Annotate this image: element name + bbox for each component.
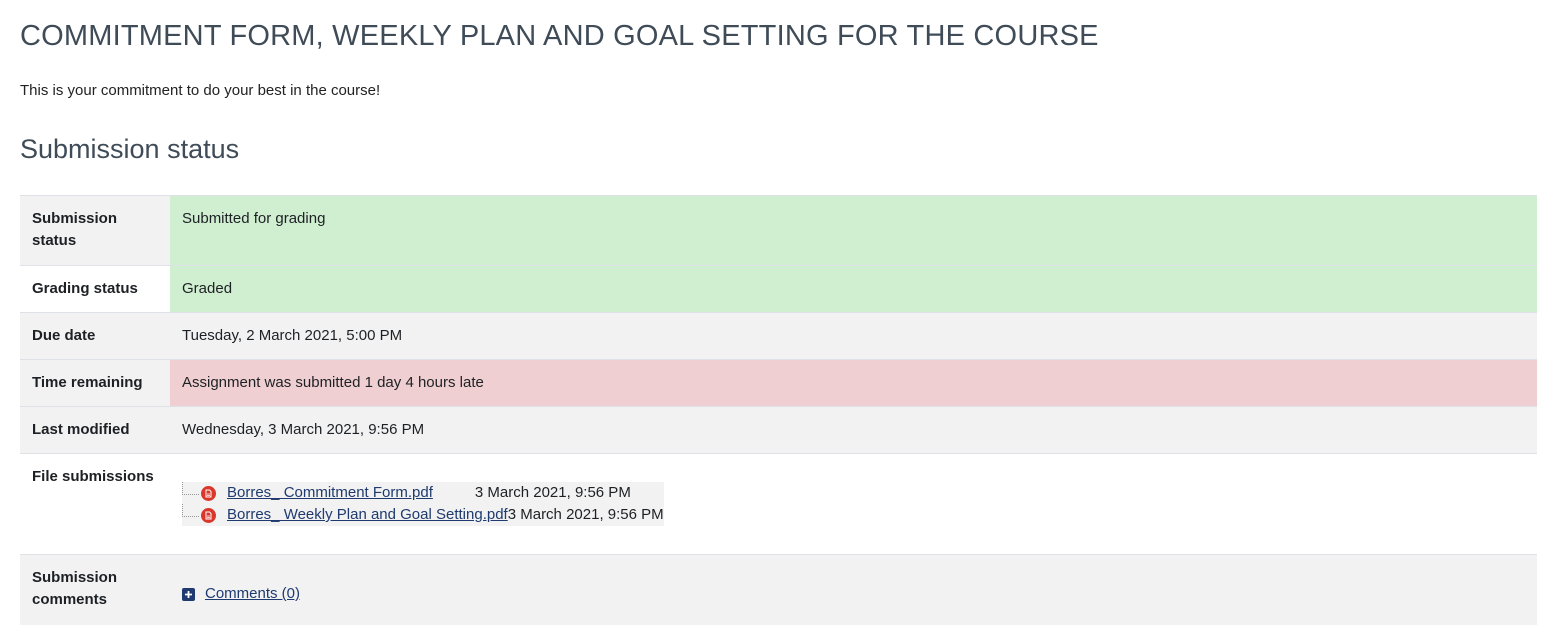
assignment-intro: This is your commitment to do your best … bbox=[20, 82, 381, 99]
last-modified-value: Wednesday, 3 March 2021, 9:56 PM bbox=[170, 406, 1537, 454]
file-submissions-cell: Borres_ Commitment Form.pdf 3 March 2021… bbox=[170, 453, 1537, 555]
grading-status-value: Graded bbox=[170, 265, 1537, 313]
file-item: Borres_ Commitment Form.pdf 3 March 2021… bbox=[182, 482, 664, 504]
row-file-submissions: File submissions Borres_ Commitment Form… bbox=[20, 453, 1537, 555]
row-due-date: Due date Tuesday, 2 March 2021, 5:00 PM bbox=[20, 312, 1537, 360]
file-tree: Borres_ Commitment Form.pdf 3 March 2021… bbox=[182, 482, 664, 526]
comments-toggle[interactable]: Comments (0) bbox=[182, 583, 1525, 605]
row-grading-status: Grading status Graded bbox=[20, 265, 1537, 313]
submission-comments-cell: Comments (0) bbox=[170, 554, 1537, 625]
submission-status-value: Submitted for grading bbox=[170, 195, 1537, 266]
assignment-page: COMMITMENT FORM, WEEKLY PLAN AND GOAL SE… bbox=[0, 0, 1556, 625]
row-label: Submission status bbox=[20, 195, 170, 266]
page-title: COMMITMENT FORM, WEEKLY PLAN AND GOAL SE… bbox=[20, 20, 1099, 52]
row-label: Submission comments bbox=[20, 554, 170, 625]
plus-square-icon[interactable] bbox=[182, 587, 195, 601]
row-last-modified: Last modified Wednesday, 3 March 2021, 9… bbox=[20, 406, 1537, 454]
tree-connector bbox=[182, 482, 199, 495]
submission-status-table: Submission status Submitted for grading … bbox=[20, 195, 1537, 625]
row-label: Time remaining bbox=[20, 359, 170, 407]
time-remaining-value: Assignment was submitted 1 day 4 hours l… bbox=[170, 359, 1537, 407]
row-time-remaining: Time remaining Assignment was submitted … bbox=[20, 359, 1537, 407]
file-link[interactable]: Borres_ Commitment Form.pdf bbox=[227, 482, 433, 504]
comments-link[interactable]: Comments (0) bbox=[205, 583, 300, 605]
due-date-value: Tuesday, 2 March 2021, 5:00 PM bbox=[170, 312, 1537, 360]
file-date: 3 March 2021, 9:56 PM bbox=[507, 506, 664, 523]
pdf-icon bbox=[201, 507, 216, 523]
row-label: Grading status bbox=[20, 265, 170, 313]
row-label: File submissions bbox=[20, 453, 170, 555]
tree-connector bbox=[182, 504, 199, 517]
row-submission-comments: Submission comments Comments (0) bbox=[20, 554, 1537, 625]
file-date: 3 March 2021, 9:56 PM bbox=[474, 484, 631, 501]
row-label: Last modified bbox=[20, 406, 170, 454]
pdf-icon bbox=[201, 485, 216, 501]
file-link[interactable]: Borres_ Weekly Plan and Goal Setting.pdf bbox=[227, 504, 508, 526]
section-heading: Submission status bbox=[20, 134, 240, 164]
row-label: Due date bbox=[20, 312, 170, 360]
row-submission-status: Submission status Submitted for grading bbox=[20, 195, 1537, 266]
file-item: Borres_ Weekly Plan and Goal Setting.pdf… bbox=[182, 504, 664, 526]
